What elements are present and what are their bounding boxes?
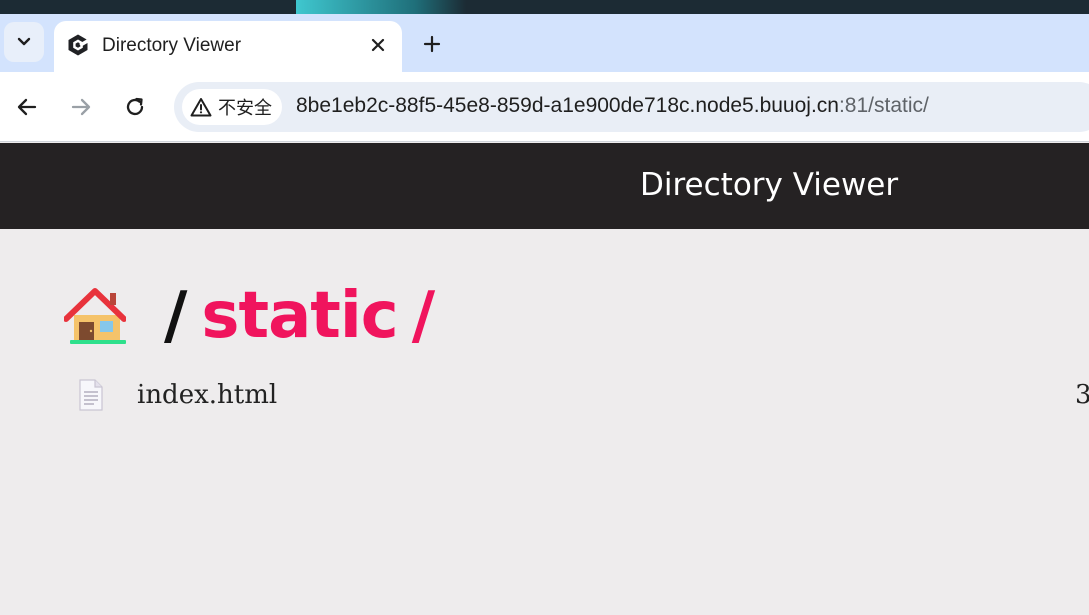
warning-triangle-icon (190, 98, 212, 117)
document-icon (79, 379, 103, 411)
url-path: :81/static/ (838, 94, 929, 117)
url-text[interactable]: 8be1eb2c-88f5-45e8-859d-a1e900de718c.nod… (296, 94, 929, 118)
file-size: 3 (1075, 380, 1089, 410)
window-top-strip (0, 0, 1089, 14)
security-label: 不安全 (218, 98, 272, 119)
security-indicator[interactable]: 不安全 (182, 89, 282, 125)
app-title: Directory Viewer (640, 167, 899, 203)
plus-icon (423, 35, 441, 53)
app-header: Directory Viewer (0, 143, 1089, 229)
breadcrumb-separator: / (411, 279, 436, 353)
reload-icon (126, 97, 144, 116)
back-button[interactable] (10, 90, 44, 124)
reload-button[interactable] (118, 90, 152, 124)
tab-directory-viewer[interactable]: Directory Viewer (54, 21, 402, 73)
site-logo-icon (68, 34, 89, 56)
tab-bar: Directory Viewer (0, 14, 1089, 73)
address-bar[interactable]: 不安全 8be1eb2c-88f5-45e8-859d-a1e900de718c… (174, 82, 1089, 132)
window-top-glow (296, 0, 466, 14)
tab-search-button[interactable] (4, 22, 44, 62)
directory-listing: / static / index.html 3 (0, 229, 1089, 615)
close-icon (371, 38, 385, 52)
breadcrumb-root-link[interactable]: / (164, 279, 187, 353)
forward-button[interactable] (64, 90, 98, 124)
new-tab-button[interactable] (418, 30, 446, 58)
arrow-right-icon (71, 98, 91, 116)
chevron-down-icon (17, 37, 31, 46)
tab-close-button[interactable] (366, 33, 390, 57)
arrow-left-icon (17, 98, 37, 116)
breadcrumb-current-folder[interactable]: static (201, 279, 398, 353)
browser-toolbar: 不安全 8be1eb2c-88f5-45e8-859d-a1e900de718c… (0, 72, 1089, 142)
file-name-link[interactable]: index.html (137, 380, 277, 410)
tab-title: Directory Viewer (102, 35, 242, 56)
file-row[interactable]: index.html 3 (74, 375, 1089, 415)
breadcrumb: / static / (64, 279, 436, 353)
url-host: 8be1eb2c-88f5-45e8-859d-a1e900de718c.nod… (296, 94, 839, 117)
house-emoji-icon[interactable] (64, 285, 126, 347)
